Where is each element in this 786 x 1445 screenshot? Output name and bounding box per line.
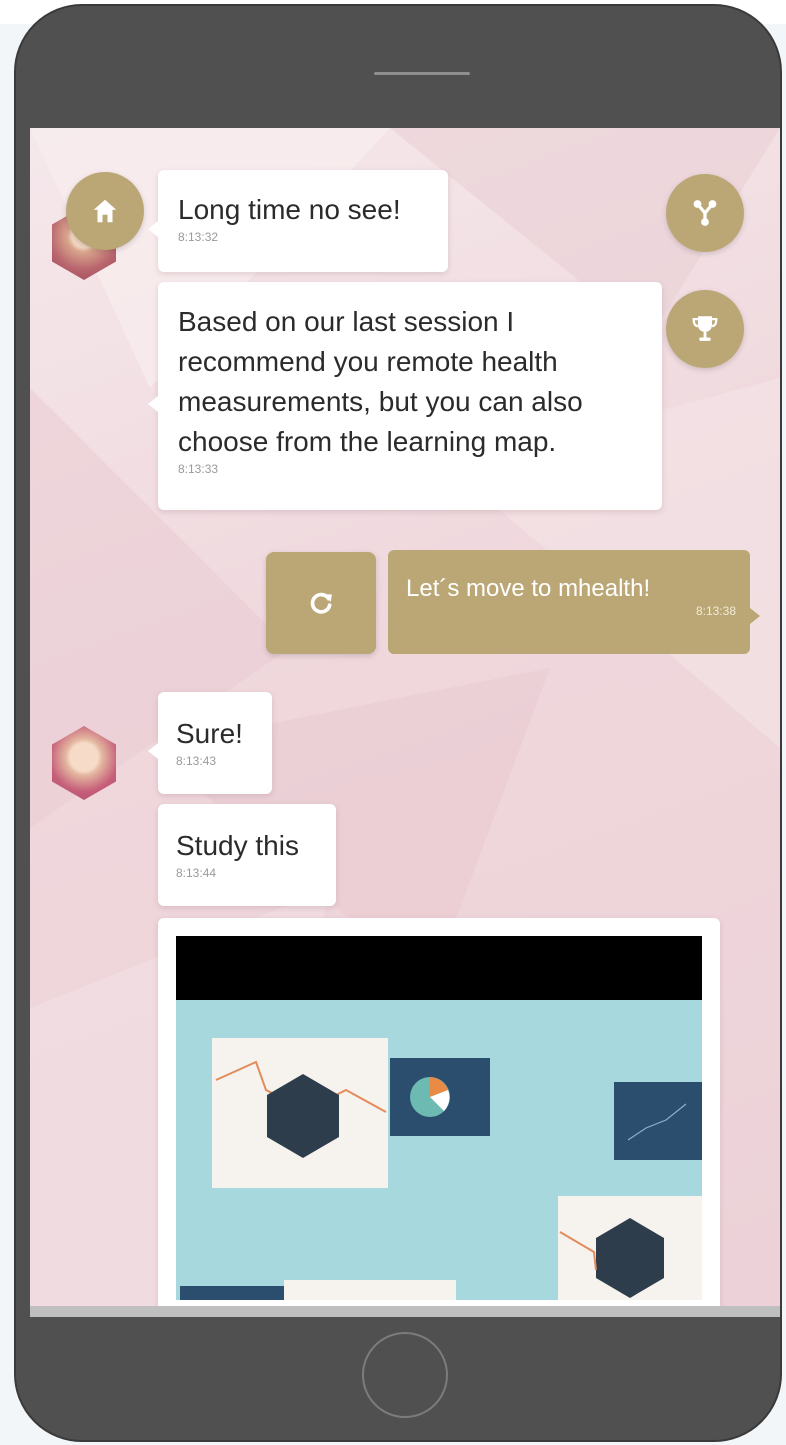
phone-speaker	[374, 72, 470, 75]
achievements-button[interactable]	[666, 290, 744, 368]
refresh-button[interactable]	[266, 552, 376, 654]
message-time: 8:13:44	[176, 866, 217, 880]
message-text: Long time no see!	[178, 194, 401, 225]
home-icon	[93, 199, 117, 223]
thumbnail-illustration	[180, 1038, 702, 1300]
screen-bottom-edge	[30, 1306, 780, 1317]
bot-message: Based on our last session I recommend yo…	[148, 282, 662, 510]
video-attachment[interactable]	[158, 918, 720, 1308]
home-button[interactable]	[66, 172, 144, 250]
bot-message: Study this 8:13:44	[158, 804, 336, 906]
message-time: 8:13:43	[176, 754, 217, 768]
message-time: 8:13:32	[178, 230, 219, 244]
learning-map-button[interactable]	[666, 174, 744, 252]
bot-message: Long time no see! 8:13:32	[148, 170, 448, 272]
message-text: Sure!	[176, 718, 243, 749]
refresh-icon	[310, 592, 332, 614]
trophy-icon	[692, 316, 718, 341]
video-top-bar	[176, 936, 702, 1000]
message-time: 8:13:33	[178, 462, 219, 476]
bot-message: Sure! 8:13:43	[148, 692, 272, 794]
message-text: Study this	[176, 830, 299, 861]
message-text: Let´s move to mhealth!	[406, 575, 651, 602]
video-thumbnail[interactable]	[176, 1000, 702, 1300]
chat-screen[interactable]: Long time no see! 8:13:32 Based on our l…	[30, 128, 780, 1308]
learning-map-icon	[693, 200, 717, 226]
phone-home-button[interactable]	[362, 1332, 448, 1418]
user-message: Let´s move to mhealth! 8:13:38	[388, 550, 760, 654]
message-time: 8:13:38	[695, 604, 736, 618]
message-text: Based on our last session I recommend yo…	[178, 306, 583, 457]
